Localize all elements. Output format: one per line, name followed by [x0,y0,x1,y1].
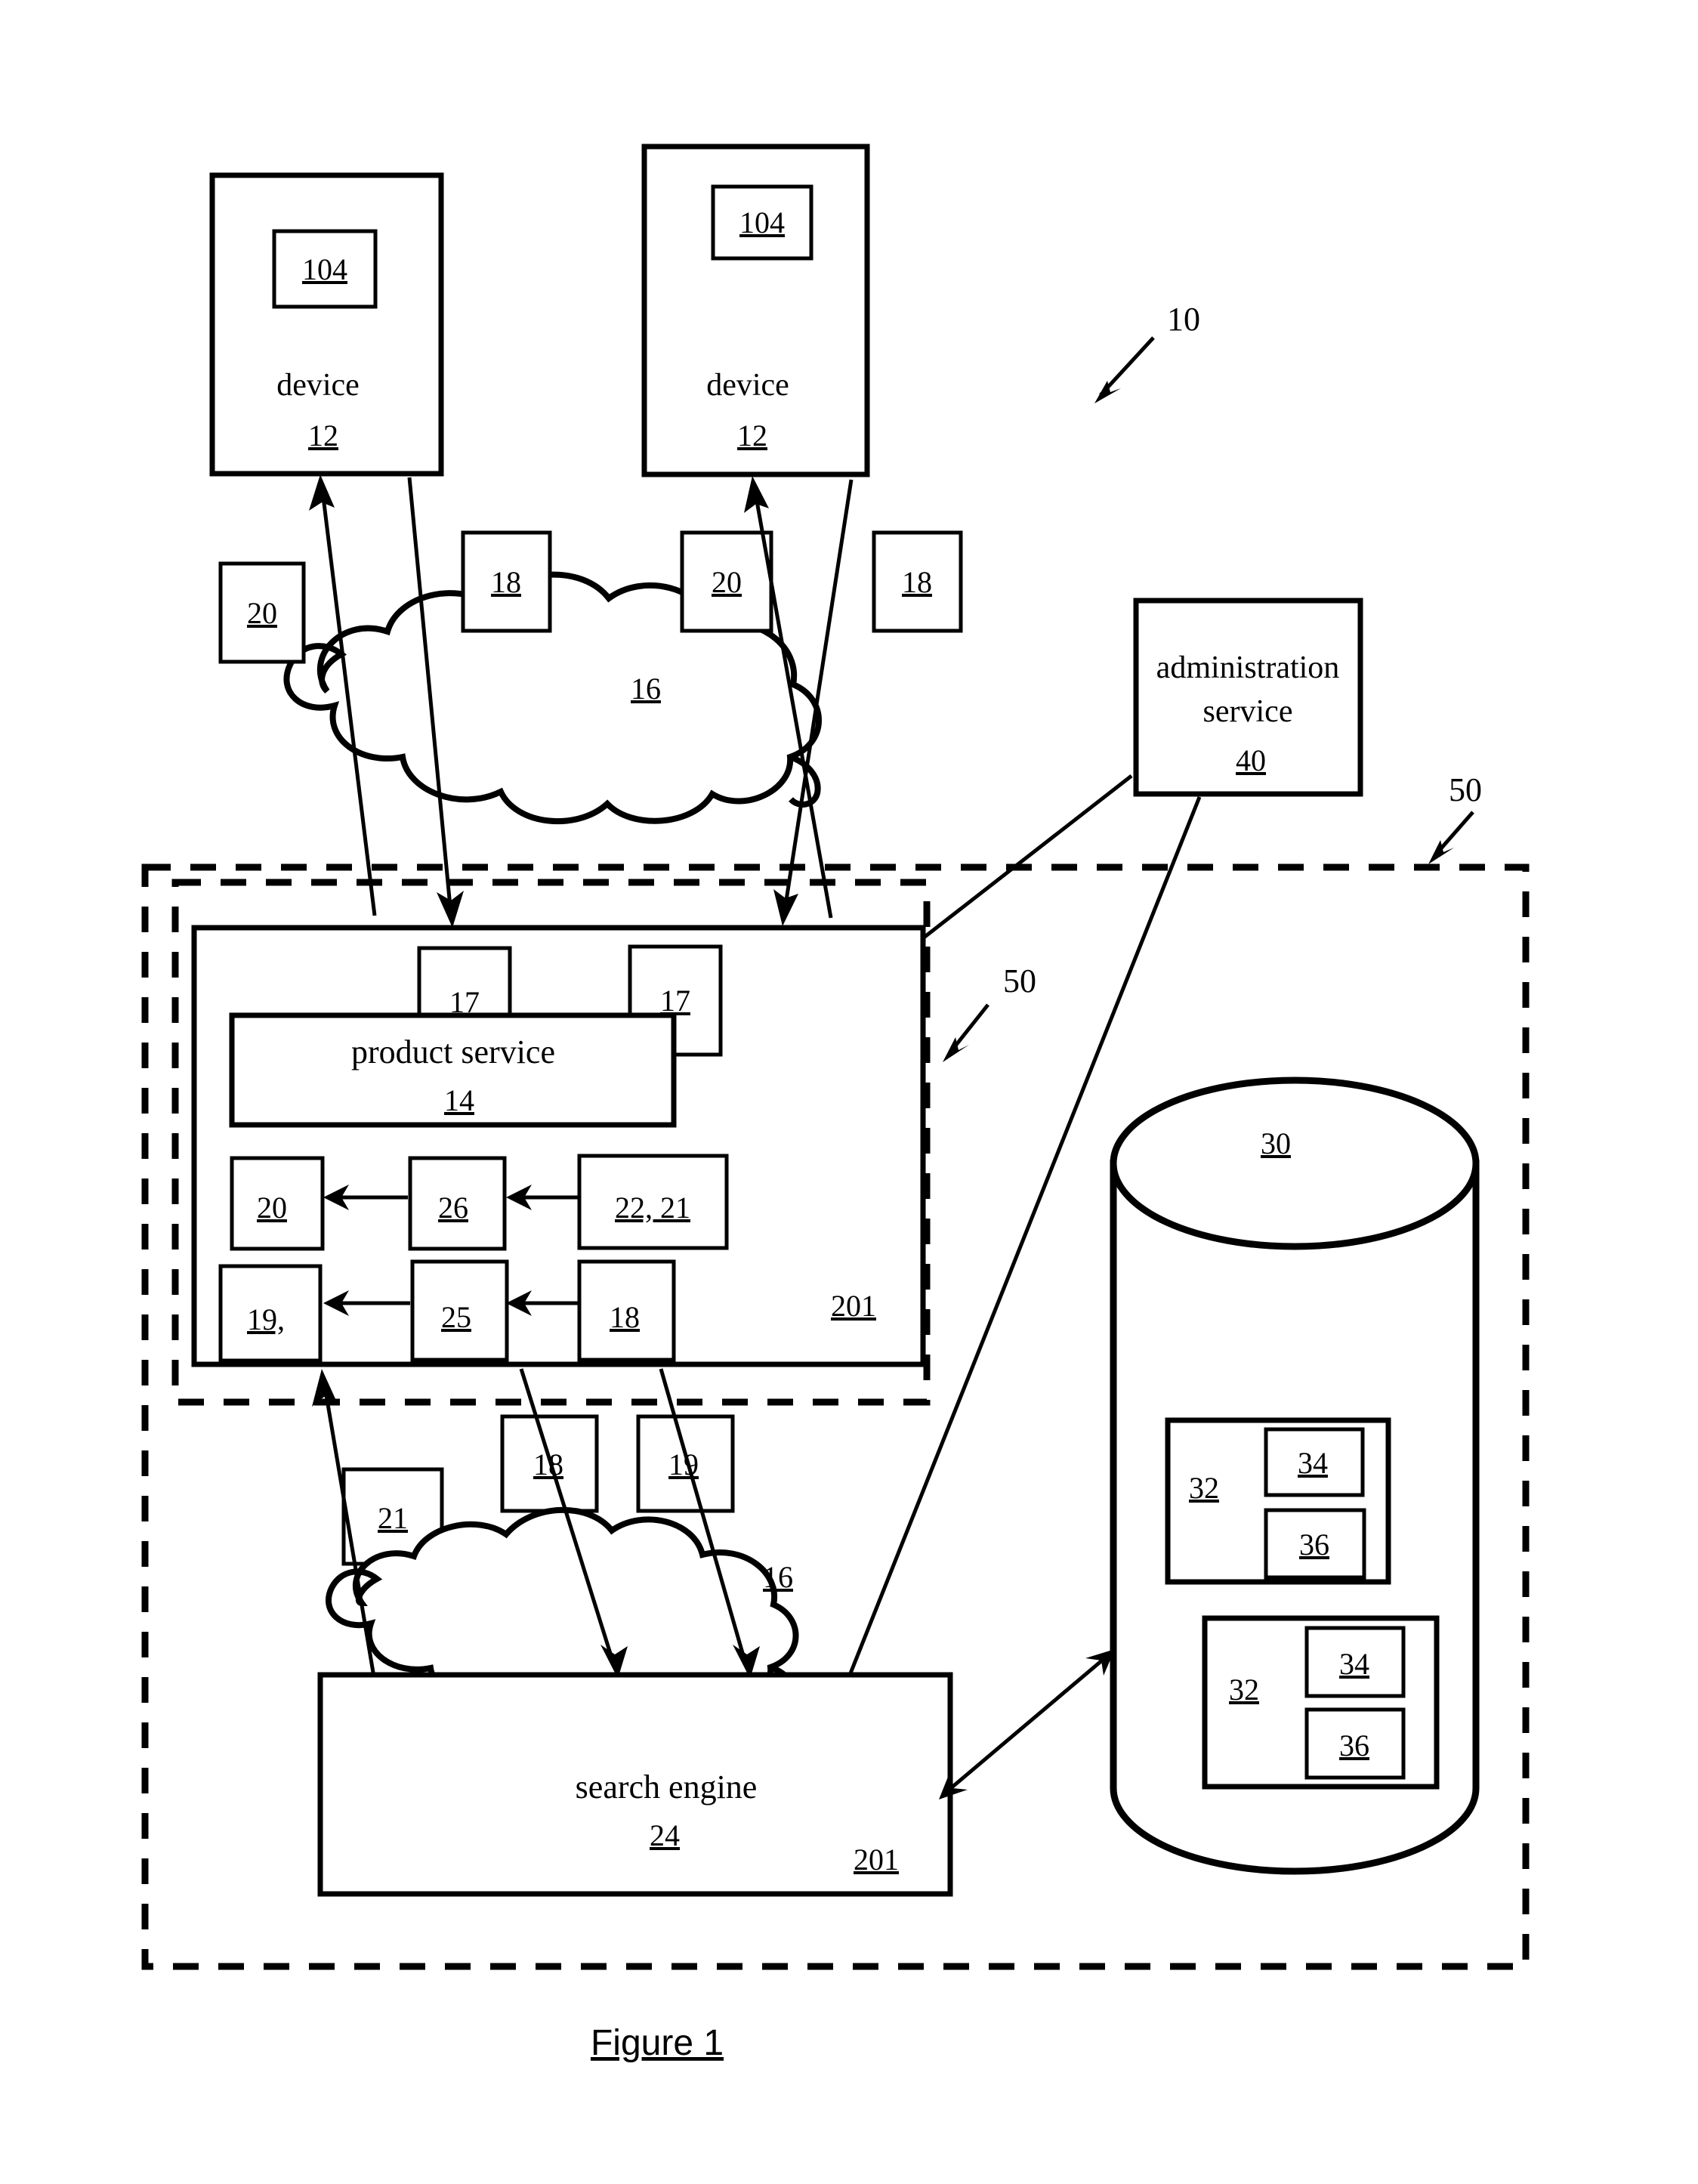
flow-box-18-bottom: 18 [577,1259,676,1362]
product-service-box[interactable]: product service 14 [229,1012,677,1128]
database-record-2-field-b-ref: 36 [1339,1728,1369,1762]
database-record-1-ref: 32 [1189,1471,1219,1505]
database-record-1-field-a-ref: 34 [1298,1446,1328,1480]
device-2-component-ref: 104 [739,205,785,239]
database-record-1: 32 34 36 [1165,1417,1391,1585]
flow-box-19-ref: 19, [247,1302,285,1336]
search-engine-panel-ref: 201 [854,1843,899,1877]
upper-link-label-18-right: 18 [872,530,963,633]
figure-canvas: 104 device 12 104 device 12 10 16 20 18 … [0,0,1698,2184]
network-cloud-lower-ref: 16 [763,1560,793,1594]
system-ref-10-label: 10 [1167,301,1200,338]
product-service-panel[interactable]: 17 17 product service 14 20 26 22, 21 19… [191,925,926,1367]
database-record-1-field-b-ref: 36 [1299,1528,1329,1562]
search-engine-ref: 24 [650,1818,680,1852]
flow-box-20-top: 20 [230,1156,325,1251]
search-engine-label: search engine [576,1769,758,1806]
database-ref: 30 [1261,1126,1291,1160]
flow-box-25-ref: 25 [441,1300,471,1334]
figure-caption: Figure 1 [591,2023,724,2063]
administration-service-line2: service [1203,694,1293,729]
administration-service-line1: administration [1156,650,1340,685]
lower-link-label-21-ref: 21 [378,1501,408,1535]
product-service-box-ref: 14 [444,1083,474,1117]
upper-link-label-20-left: 20 [218,561,306,664]
database-cylinder[interactable]: 30 32 34 36 32 34 36 [1110,1077,1480,1875]
device-box-1[interactable]: 104 device 12 [209,172,444,477]
upper-link-label-20-right-ref: 20 [712,565,742,599]
device-1-label: device [276,368,360,403]
database-cylinder-top [1110,1077,1480,1250]
upper-link-label-20-right: 20 [680,530,773,633]
flow-box-26: 26 [408,1156,507,1251]
search-engine-panel[interactable]: search engine 24 201 [317,1672,953,1897]
upper-link-label-20-left-ref: 20 [247,596,277,630]
database-record-2-field-a-ref: 34 [1339,1647,1369,1681]
flow-box-22-21: 22, 21 [577,1154,729,1250]
upper-link-label-18-left: 18 [461,530,552,633]
boundary-label-50-outer-text: 50 [1449,771,1482,808]
flow-box-26-ref: 26 [438,1191,468,1225]
administration-service-box[interactable]: administration service 40 [1133,598,1363,797]
boundary-label-50-inner-text: 50 [1003,962,1036,999]
database-record-2-ref: 32 [1229,1673,1259,1707]
device-1-component-ref: 104 [302,252,347,286]
upper-link-label-18-left-ref: 18 [491,565,521,599]
flow-box-18-bottom-ref: 18 [610,1300,640,1334]
device-2-label: device [706,368,789,403]
device-box-2[interactable]: 104 device 12 [641,144,870,477]
product-service-panel-ref: 201 [831,1289,876,1323]
administration-service-ref: 40 [1236,743,1266,777]
flow-box-22-21-ref: 22, 21 [615,1191,690,1225]
flow-box-25: 25 [410,1259,509,1362]
flow-box-20-top-ref: 20 [257,1191,287,1225]
flow-box-19: 19, [218,1264,323,1363]
interface-box-17-right-ref: 17 [660,984,690,1018]
product-service-box-label: product service [351,1033,555,1070]
device-1-ref: 12 [308,419,338,453]
device-2-ref: 12 [737,419,767,453]
lower-link-label-19: 19 [636,1414,735,1513]
network-cloud-upper-ref: 16 [631,672,661,706]
patent-figure-1: 104 device 12 104 device 12 10 16 20 18 … [0,0,1698,2184]
upper-link-label-18-right-ref: 18 [902,565,932,599]
database-record-2: 32 34 36 [1202,1615,1440,1790]
